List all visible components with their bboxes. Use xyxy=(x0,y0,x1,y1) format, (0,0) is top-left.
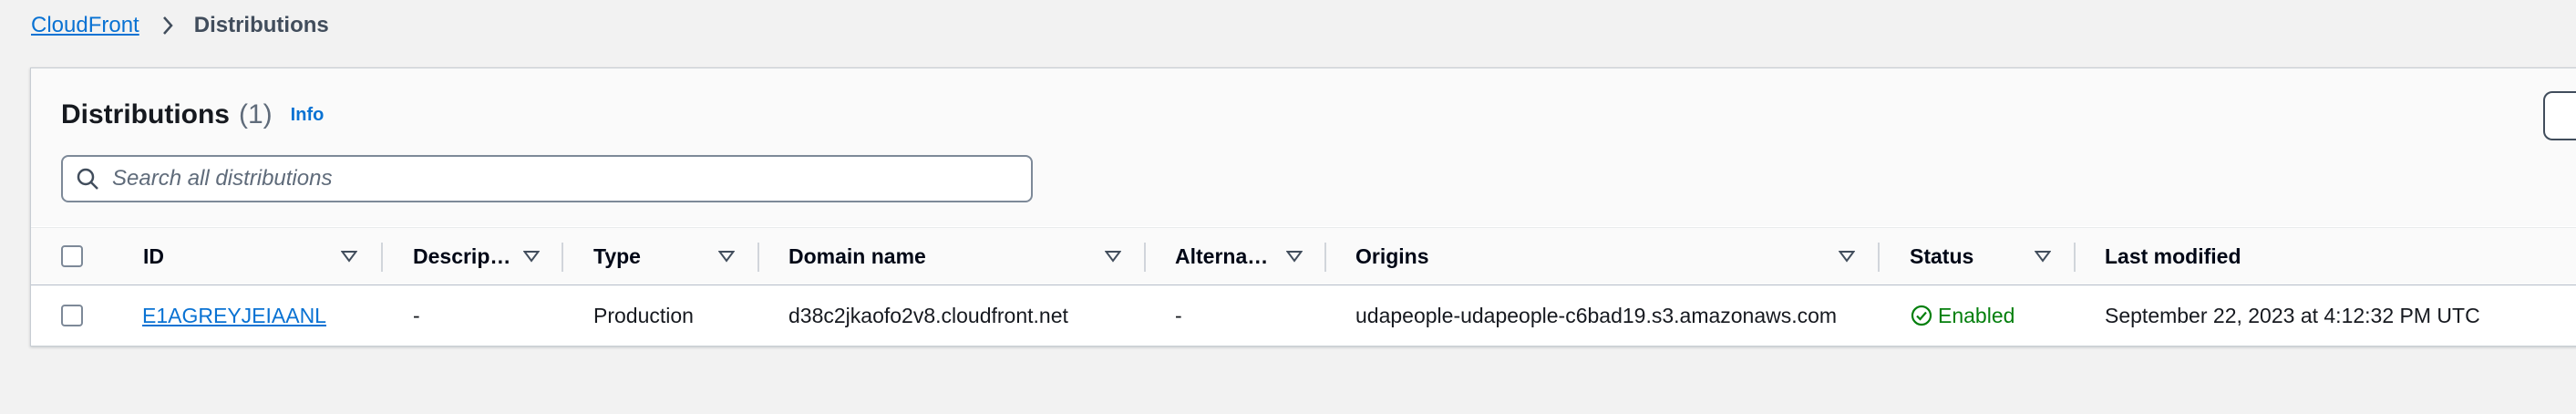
cell-domain-name: d38c2jkaofo2v8.cloudfront.net xyxy=(788,303,1068,327)
column-header-origins[interactable]: Origins xyxy=(1355,228,1429,285)
page-title: Distributions (1) Info xyxy=(61,94,324,136)
sort-caret-icon[interactable] xyxy=(341,228,357,285)
breadcrumb-current: Distributions xyxy=(193,13,329,37)
row-select-cell xyxy=(61,285,83,346)
search-field[interactable] xyxy=(61,155,1033,202)
select-all-cell xyxy=(61,228,83,285)
cell-last-modified: September 22, 2023 at 4:12:32 PM UTC xyxy=(2105,303,2480,327)
table-row: E1AGREYJEIAANL - Production d38c2jkaofo2… xyxy=(31,285,2576,346)
column-resizer[interactable] xyxy=(381,243,383,272)
column-resizer[interactable] xyxy=(1144,243,1146,272)
select-all-checkbox[interactable] xyxy=(61,245,83,267)
table-title: Distributions xyxy=(61,99,230,129)
column-resizer[interactable] xyxy=(1878,243,1880,272)
breadcrumb-cloudfront-link[interactable]: CloudFront xyxy=(31,13,139,38)
cell-origins: udapeople-udapeople-c6bad19.s3.amazonaws… xyxy=(1355,303,1838,327)
sort-caret-icon[interactable] xyxy=(1105,228,1121,285)
column-resizer[interactable] xyxy=(757,243,759,272)
column-resizer[interactable] xyxy=(2074,243,2076,272)
sort-caret-icon[interactable] xyxy=(523,228,540,285)
breadcrumb: CloudFront Distributions xyxy=(31,11,329,40)
cell-type: Production xyxy=(593,303,694,327)
sort-caret-icon[interactable] xyxy=(2035,228,2051,285)
distributions-table-container: Distributions (1) Info ID Descrip… Type … xyxy=(30,67,2576,347)
column-header-status[interactable]: Status xyxy=(1910,228,1973,285)
header-action-button[interactable] xyxy=(2543,91,2576,140)
column-header-type[interactable]: Type xyxy=(593,228,641,285)
column-header-alternate-domain[interactable]: Alterna… xyxy=(1175,228,1268,285)
chevron-right-icon xyxy=(156,14,180,37)
sort-caret-icon[interactable] xyxy=(1839,228,1855,285)
distribution-id-link[interactable]: E1AGREYJEIAANL xyxy=(142,304,326,328)
search-input[interactable] xyxy=(112,166,933,191)
sort-caret-icon[interactable] xyxy=(1286,228,1303,285)
table-count: (1) xyxy=(239,99,273,129)
search-icon xyxy=(76,166,101,191)
column-header-last-modified[interactable]: Last modified xyxy=(2105,228,2241,285)
status-text: Enabled xyxy=(1938,303,2015,327)
info-link[interactable]: Info xyxy=(291,105,325,126)
column-header-domain-name[interactable]: Domain name xyxy=(788,228,926,285)
table-header-row: ID Descrip… Type Domain name Alterna… Or… xyxy=(31,227,2576,286)
status-positive-icon xyxy=(1911,305,1932,326)
column-header-description[interactable]: Descrip… xyxy=(413,228,510,285)
cell-description: - xyxy=(413,303,420,327)
column-resizer[interactable] xyxy=(562,243,563,272)
status-badge: Enabled xyxy=(1911,285,2014,346)
table-header-area: Distributions (1) Info xyxy=(31,68,2576,226)
sort-caret-icon[interactable] xyxy=(718,228,735,285)
row-select-checkbox[interactable] xyxy=(61,305,83,326)
cell-alternate-domain: - xyxy=(1175,303,1182,327)
column-header-id[interactable]: ID xyxy=(143,228,164,285)
column-resizer[interactable] xyxy=(1324,243,1326,272)
